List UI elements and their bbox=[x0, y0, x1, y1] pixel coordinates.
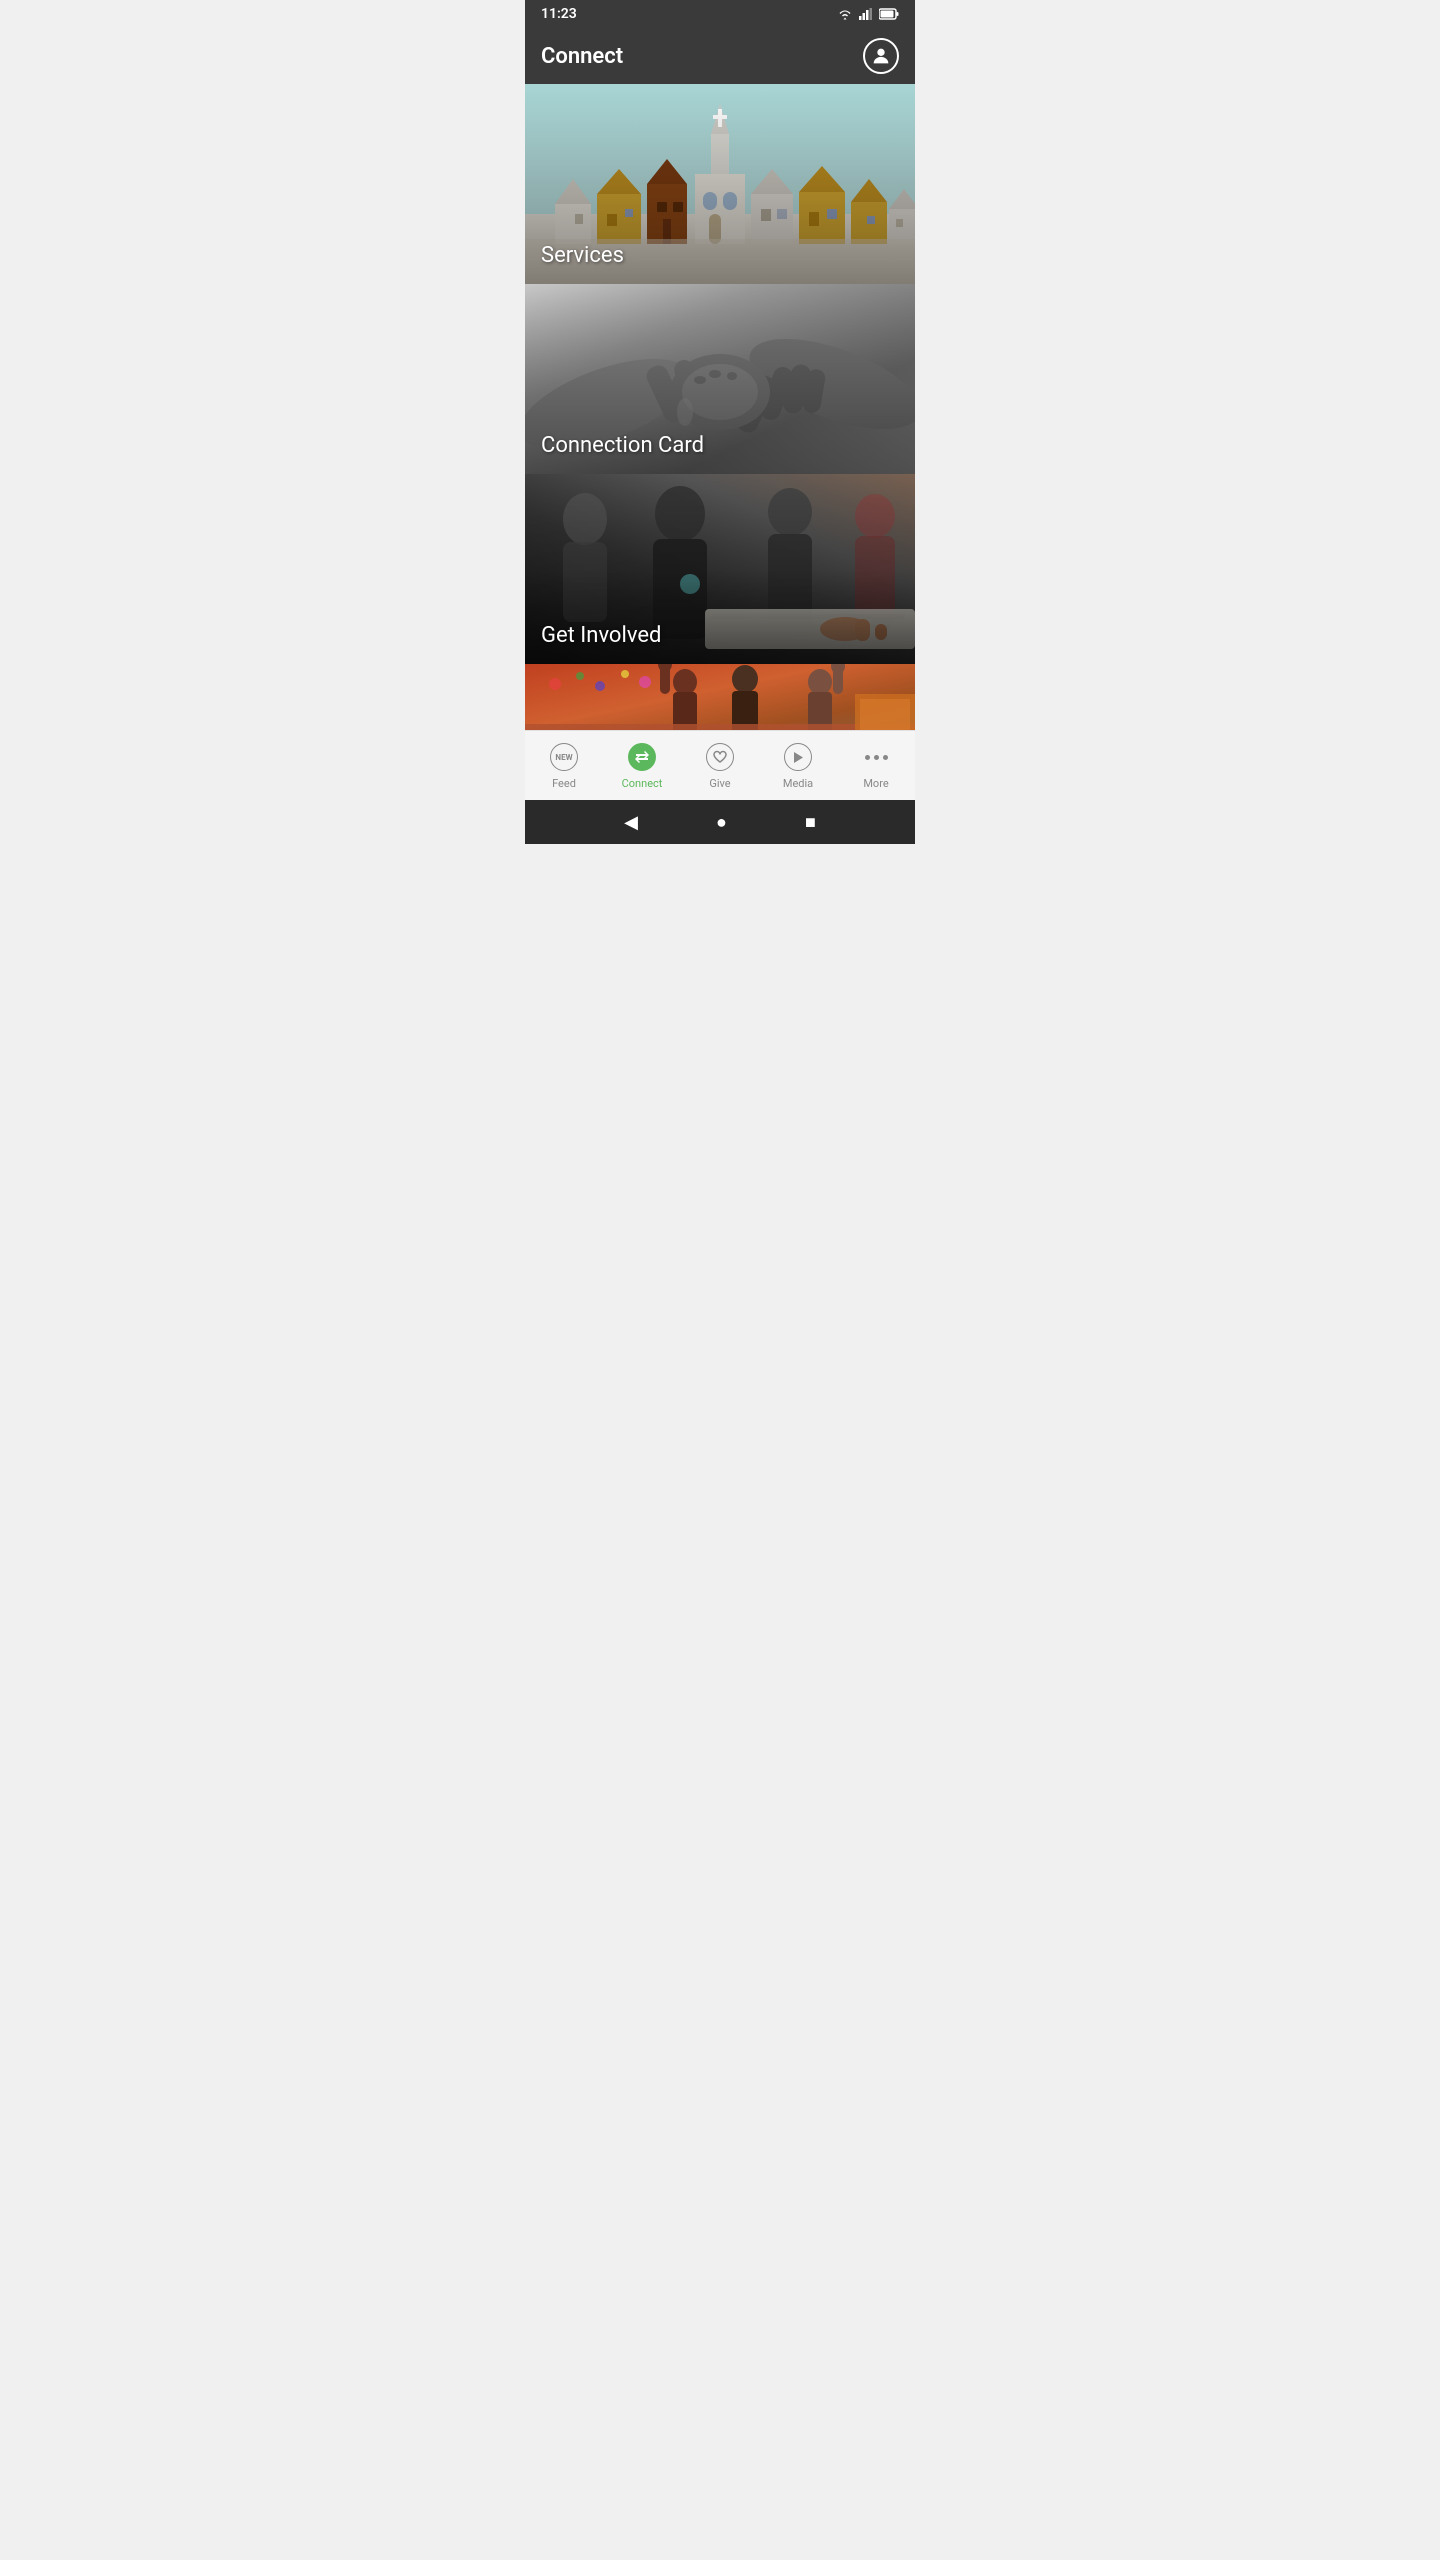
connect-icon-wrapper bbox=[626, 741, 658, 773]
app-bar: Connect bbox=[525, 28, 915, 84]
connect-icon bbox=[628, 743, 656, 771]
back-button[interactable]: ◀ bbox=[624, 812, 638, 833]
connect-label: Connect bbox=[622, 777, 663, 790]
get-involved-card[interactable]: Get Involved bbox=[525, 474, 915, 664]
media-icon bbox=[784, 743, 812, 771]
nav-item-media[interactable]: Media bbox=[759, 741, 837, 790]
get-involved-label: Get Involved bbox=[541, 623, 661, 648]
feed-label: Feed bbox=[552, 777, 576, 790]
system-nav-bar: ◀ ● ■ bbox=[525, 800, 915, 844]
home-button[interactable]: ● bbox=[716, 812, 727, 833]
status-bar: 11:23 bbox=[525, 0, 915, 28]
nav-item-give[interactable]: Give bbox=[681, 741, 759, 790]
dot-2 bbox=[874, 755, 879, 760]
connection-card-label: Connection Card bbox=[541, 433, 704, 458]
nav-item-feed[interactable]: NEW Feed bbox=[525, 741, 603, 790]
services-card[interactable]: Services bbox=[525, 84, 915, 284]
app-title: Connect bbox=[541, 44, 623, 69]
kids-visual bbox=[525, 664, 915, 730]
give-icon-wrapper bbox=[704, 741, 736, 773]
media-icon-wrapper bbox=[782, 741, 814, 773]
media-label: Media bbox=[783, 777, 813, 790]
person-icon bbox=[870, 45, 892, 67]
battery-icon bbox=[879, 8, 899, 20]
profile-button[interactable] bbox=[863, 38, 899, 74]
give-icon bbox=[706, 743, 734, 771]
content-area: Services bbox=[525, 84, 915, 730]
feed-icon: NEW bbox=[550, 743, 578, 771]
more-label: More bbox=[863, 777, 888, 790]
more-icon-wrapper bbox=[860, 741, 892, 773]
nav-item-connect[interactable]: Connect bbox=[603, 741, 681, 790]
signal-icon bbox=[859, 8, 873, 20]
feed-icon-wrapper: NEW bbox=[548, 741, 580, 773]
kids-bg bbox=[525, 664, 915, 730]
status-icons bbox=[837, 8, 899, 20]
status-time: 11:23 bbox=[541, 6, 577, 22]
kids-card[interactable] bbox=[525, 664, 915, 730]
dot-1 bbox=[865, 755, 870, 760]
heart-icon bbox=[713, 750, 727, 764]
wifi-icon bbox=[837, 8, 853, 20]
nav-item-more[interactable]: More bbox=[837, 741, 915, 790]
services-label: Services bbox=[541, 243, 624, 268]
connection-card[interactable]: Connection Card bbox=[525, 284, 915, 474]
give-label: Give bbox=[709, 777, 730, 790]
play-icon bbox=[792, 751, 804, 764]
swap-arrows-icon bbox=[634, 749, 650, 765]
more-dots-icon bbox=[865, 755, 888, 760]
dot-3 bbox=[883, 755, 888, 760]
bottom-nav: NEW Feed Connect Give bbox=[525, 730, 915, 800]
recent-button[interactable]: ■ bbox=[805, 812, 816, 833]
